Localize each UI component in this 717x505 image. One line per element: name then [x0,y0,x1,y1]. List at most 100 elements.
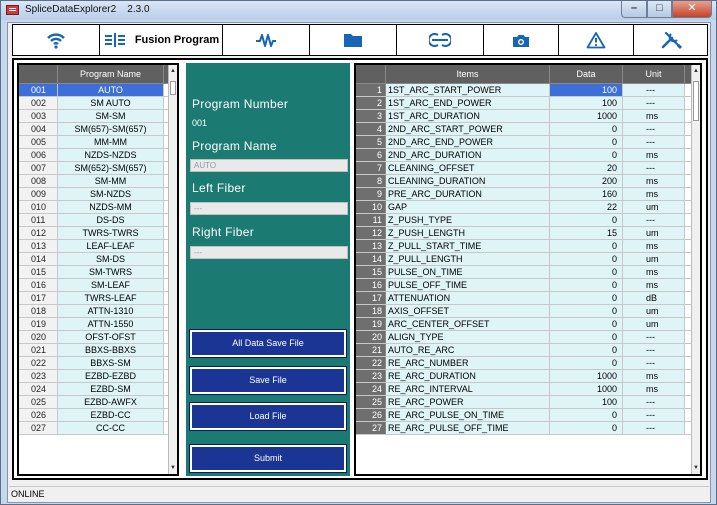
maximize-button[interactable]: □ [647,1,672,18]
submit-button[interactable]: Submit [189,444,347,473]
scroll-down-icon[interactable]: ▼ [169,462,177,474]
right-fiber-field[interactable]: --- [190,246,348,259]
program-row[interactable]: 020 OFST-OFST [19,331,177,344]
item-row[interactable]: 11 Z_PUSH_TYPE 0 --- [356,214,700,227]
item-data-cell[interactable]: 0 [550,292,623,304]
program-name-field[interactable]: AUTO [190,159,348,172]
program-row[interactable]: 009 SM-NZDS [19,188,177,201]
program-row[interactable]: 021 BBXS-BBXS [19,344,177,357]
item-row[interactable]: 6 2ND_ARC_DURATION 0 ms [356,149,700,162]
item-data-cell[interactable]: 0 [550,279,623,291]
program-row[interactable]: 003 SM-SM [19,110,177,123]
item-row[interactable]: 9 PRE_ARC_DURATION 160 ms [356,188,700,201]
item-data-cell[interactable]: 0 [550,240,623,252]
wifi-button[interactable] [13,25,100,55]
item-row[interactable]: 18 AXIS_OFFSET 0 um [356,305,700,318]
close-button[interactable]: ✕ [672,1,712,18]
item-row[interactable]: 13 Z_PULL_START_TIME 0 ms [356,240,700,253]
item-data-cell[interactable]: 0 [550,136,623,148]
program-row[interactable]: 024 EZBD-SM [19,383,177,396]
item-row[interactable]: 25 RE_ARC_POWER 100 --- [356,396,700,409]
item-row[interactable]: 20 ALIGN_TYPE 0 --- [356,331,700,344]
program-row[interactable]: 025 EZBD-AWFX [19,396,177,409]
title-bar[interactable]: SpliceDataExplorer2 2.3.0 – □ ✕ [1,1,716,20]
program-row[interactable]: 018 ATTN-1310 [19,305,177,318]
item-data-cell[interactable]: 0 [550,344,623,356]
item-data-cell[interactable]: 0 [550,305,623,317]
item-row[interactable]: 26 RE_ARC_PULSE_ON_TIME 0 --- [356,409,700,422]
scroll-thumb[interactable] [170,81,176,95]
program-row[interactable]: 022 BBXS-SM [19,357,177,370]
item-row[interactable]: 5 2ND_ARC_END_POWER 0 --- [356,136,700,149]
fusion-program-button[interactable]: Fusion Program [100,25,223,55]
scroll-thumb[interactable] [693,81,699,121]
item-data-cell[interactable]: 0 [550,123,623,135]
program-row[interactable]: 001 AUTO [19,84,177,97]
program-row[interactable]: 017 TWRS-LEAF [19,292,177,305]
item-data-cell[interactable]: 1000 [550,383,623,395]
program-row[interactable]: 014 SM-DS [19,253,177,266]
item-row[interactable]: 19 ARC_CENTER_OFFSET 0 um [356,318,700,331]
tools-button[interactable] [634,25,707,55]
items-grid[interactable]: Items Data Unit 1 1ST_ARC_START_POWER 100-… [354,63,702,476]
arc-button[interactable] [223,25,310,55]
item-data-cell[interactable]: 0 [550,149,623,161]
item-row[interactable]: 10 GAP 22 um [356,201,700,214]
item-row[interactable]: 1 1ST_ARC_START_POWER 100 --- [356,84,700,97]
item-row[interactable]: 14 Z_PULL_LENGTH 0 um [356,253,700,266]
program-row[interactable]: 019 ATTN-1550 [19,318,177,331]
item-row[interactable]: 16 PULSE_OFF_TIME 0 ms [356,279,700,292]
item-row[interactable]: 24 RE_ARC_INTERVAL 1000 ms [356,383,700,396]
item-data-cell[interactable]: 20 [550,162,623,174]
program-list-scrollbar[interactable]: ▲ ▼ [168,65,177,474]
item-data-cell[interactable]: 0 [550,266,623,278]
item-data-cell[interactable]: 100 [550,396,623,408]
item-data-cell[interactable]: 100 [550,97,623,109]
item-data-cell[interactable]: 200 [550,175,623,187]
program-row[interactable]: 026 EZBD-CC [19,409,177,422]
item-data-cell[interactable]: 0 [550,422,623,434]
item-data-cell[interactable]: 100 [550,84,623,96]
item-data-cell[interactable]: 0 [550,357,623,369]
save-file-button[interactable]: Save File [189,366,347,395]
item-row[interactable]: 2 1ST_ARC_END_POWER 100 --- [356,97,700,110]
program-row[interactable]: 012 TWRS-TWRS [19,227,177,240]
item-row[interactable]: 12 Z_PUSH_LENGTH 15 um [356,227,700,240]
item-row[interactable]: 21 AUTO_RE_ARC 0 --- [356,344,700,357]
item-row[interactable]: 22 RE_ARC_NUMBER 0 --- [356,357,700,370]
folder-button[interactable] [310,25,397,55]
scroll-up-icon[interactable]: ▲ [692,65,700,77]
item-data-cell[interactable]: 15 [550,227,623,239]
program-row[interactable]: 005 MM-MM [19,136,177,149]
item-row[interactable]: 4 2ND_ARC_START_POWER 0 --- [356,123,700,136]
program-row[interactable]: 004 SM(657)-SM(657) [19,123,177,136]
program-list-grid[interactable]: Program Name 001 AUTO 002 SM AUTO 003 SM-SM 00… [17,63,179,476]
left-fiber-field[interactable]: --- [190,202,348,215]
program-row[interactable]: 011 DS-DS [19,214,177,227]
program-row[interactable]: 008 SM-MM [19,175,177,188]
item-data-cell[interactable]: 0 [550,318,623,330]
program-row[interactable]: 013 LEAF-LEAF [19,240,177,253]
program-row[interactable]: 007 SM(652)-SM(657) [19,162,177,175]
item-row[interactable]: 7 CLEANING_OFFSET 20 --- [356,162,700,175]
item-data-cell[interactable]: 0 [550,253,623,265]
item-row[interactable]: 8 CLEANING_DURATION 200 ms [356,175,700,188]
program-row[interactable]: 015 SM-TWRS [19,266,177,279]
scroll-down-icon[interactable]: ▼ [692,462,700,474]
item-row[interactable]: 15 PULSE_ON_TIME 0 ms [356,266,700,279]
item-row[interactable]: 27 RE_ARC_PULSE_OFF_TIME 0 --- [356,422,700,435]
program-row[interactable]: 010 NZDS-MM [19,201,177,214]
item-data-cell[interactable]: 1000 [550,110,623,122]
splice-button[interactable] [397,25,484,55]
item-row[interactable]: 3 1ST_ARC_DURATION 1000 ms [356,110,700,123]
item-data-cell[interactable]: 0 [550,214,623,226]
minimize-button[interactable]: – [621,1,647,18]
program-row[interactable]: 016 SM-LEAF [19,279,177,292]
program-row[interactable]: 027 CC-CC [19,422,177,435]
warning-button[interactable] [559,25,634,55]
camera-button[interactable] [484,25,559,55]
program-row[interactable]: 023 EZBD-EZBD [19,370,177,383]
program-row[interactable]: 002 SM AUTO [19,97,177,110]
scroll-up-icon[interactable]: ▲ [169,65,177,77]
items-scrollbar[interactable]: ▲ ▼ [691,65,700,474]
